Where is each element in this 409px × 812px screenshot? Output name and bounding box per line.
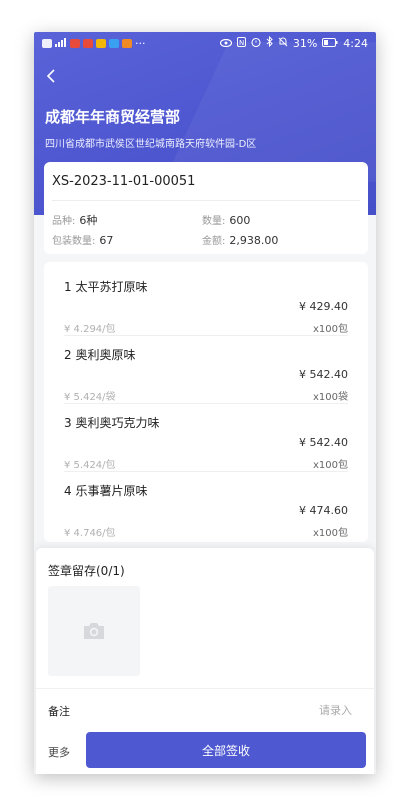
phone-screen: ··· N 31% 4:24 成都年年商贸经营部 四川省成都市武侯区世纪城南路天…	[34, 32, 376, 774]
list-item[interactable]: 1 太平苏打原味 ¥ 429.40 ¥ 4.294/包 x100包	[44, 268, 368, 336]
product-list: 1 太平苏打原味 ¥ 429.40 ¥ 4.294/包 x100包 2 奥利奥原…	[44, 262, 368, 542]
item-name: 3 奥利奥巧克力味	[64, 416, 160, 430]
mute-icon	[278, 37, 288, 50]
item-name: 4 乐事薯片原味	[64, 484, 148, 498]
quantity-field: 数量: 600	[202, 212, 250, 227]
signal-icon	[55, 37, 67, 50]
app-icon	[70, 39, 80, 48]
list-item[interactable]: 3 奥利奥巧克力味 ¥ 542.40 ¥ 5.424/包 x100包	[44, 404, 368, 472]
camera-icon	[84, 623, 104, 639]
pack-qty-value: 67	[99, 234, 114, 247]
app-icon	[83, 39, 93, 48]
item-unit-price: ¥ 4.294/包	[64, 324, 116, 335]
seal-section-title: 签章留存(0/1)	[48, 564, 125, 578]
amount-field: 金额: 2,938.00	[202, 232, 278, 247]
chevron-left-icon	[46, 69, 55, 83]
item-name: 1 太平苏打原味	[64, 280, 148, 294]
status-bar: ··· N 31% 4:24	[34, 32, 376, 56]
item-quantity: x100袋	[312, 392, 348, 403]
item-total: ¥ 474.60	[299, 504, 348, 517]
battery-percent: 31%	[292, 36, 318, 50]
item-total: ¥ 429.40	[299, 300, 348, 313]
header-decoration	[163, 42, 376, 182]
item-quantity: x100包	[312, 460, 348, 471]
company-address: 四川省成都市武侯区世纪城南路天府软件园-D区	[45, 139, 257, 150]
status-right-icons: N 31% 4:24	[219, 35, 368, 50]
app-icon	[96, 39, 106, 48]
item-total: ¥ 542.40	[299, 368, 348, 381]
pack-qty-field: 包装数量: 67	[52, 232, 113, 247]
back-button[interactable]	[44, 68, 60, 84]
eye-icon	[219, 37, 232, 50]
list-item[interactable]: 2 奥利奥原味 ¥ 542.40 ¥ 5.424/袋 x100袋	[44, 336, 368, 404]
sign-all-button[interactable]: 全部签收	[86, 732, 366, 768]
company-name: 成都年年商贸经营部	[45, 108, 181, 126]
item-unit-price: ¥ 4.746/包	[64, 528, 116, 539]
item-quantity: x100包	[312, 528, 348, 539]
quantity-label: 数量:	[202, 216, 226, 227]
sim-icon	[42, 39, 52, 48]
nfc-icon: N	[236, 36, 246, 50]
remark-label: 备注	[48, 705, 70, 718]
clock-time: 4:24	[343, 36, 368, 50]
item-quantity: x100包	[312, 324, 348, 335]
amount-value: 2,938.00	[229, 234, 279, 247]
quantity-value: 600	[229, 214, 251, 227]
app-icon	[109, 39, 119, 48]
variety-label: 品种:	[52, 216, 76, 227]
item-total: ¥ 542.40	[299, 436, 348, 449]
sign-panel: 签章留存(0/1) 备注 更多 全部签收	[36, 548, 374, 774]
list-item[interactable]: 4 乐事薯片原味 ¥ 474.60 ¥ 4.746/包 x100包	[44, 472, 368, 540]
order-summary-card: XS-2023-11-01-00051 品种: 6种 数量: 600 包装数量: 67…	[44, 162, 368, 254]
status-left-icons: ···	[42, 37, 146, 50]
svg-text:N: N	[239, 39, 244, 47]
pack-qty-label: 包装数量:	[52, 236, 96, 247]
bluetooth-icon	[266, 35, 273, 50]
remark-row: 备注	[36, 688, 374, 729]
item-unit-price: ¥ 5.424/袋	[64, 392, 116, 403]
order-number: XS-2023-11-01-00051	[52, 174, 196, 189]
more-button[interactable]: 更多	[48, 744, 70, 760]
variety-value: 6种	[79, 214, 98, 227]
variety-field: 品种: 6种	[52, 212, 97, 228]
add-photo-button[interactable]	[48, 586, 140, 676]
item-name: 2 奥利奥原味	[64, 348, 136, 362]
alarm-icon	[251, 37, 261, 50]
remark-input[interactable]	[200, 697, 354, 723]
app-icon	[122, 39, 132, 48]
amount-label: 金额:	[202, 236, 226, 247]
item-unit-price: ¥ 5.424/包	[64, 460, 116, 471]
divider	[52, 200, 360, 201]
battery-icon	[322, 37, 338, 50]
more-notifications: ···	[135, 37, 146, 50]
